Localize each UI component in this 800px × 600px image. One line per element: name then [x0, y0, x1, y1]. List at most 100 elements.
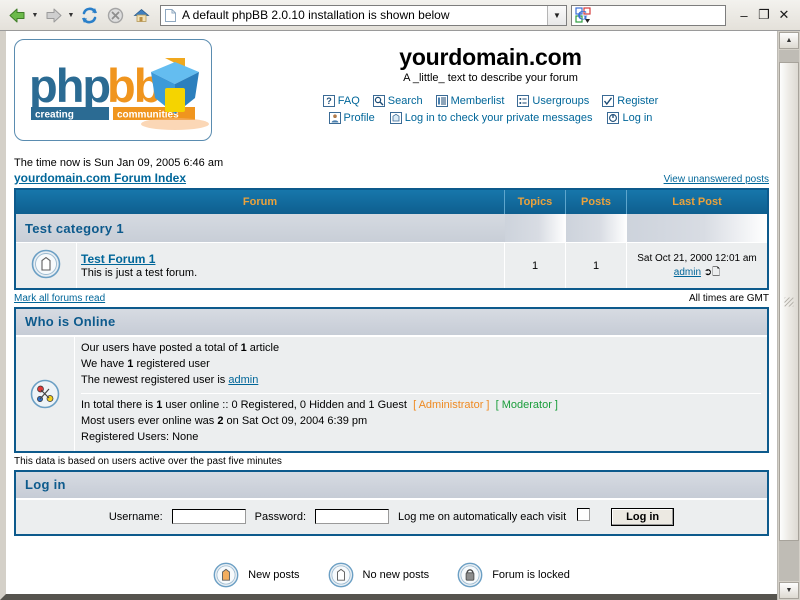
forum-topics-count: 1 — [504, 242, 566, 289]
nav-usergroups[interactable]: Usergroups — [517, 95, 590, 108]
login-form: Username: Password: Log me on automatica… — [16, 498, 767, 534]
category-row: Test category 1 — [15, 214, 768, 243]
who-is-online-icon — [30, 379, 60, 409]
registered-users-line: We have 1 registered user — [81, 357, 761, 373]
users-online-prefix: In total there is — [81, 398, 157, 411]
total-posts-suffix: article — [246, 342, 280, 354]
login-panel: Log in Username: Password: Log me on aut… — [14, 469, 769, 536]
table-header-row: Forum Topics Posts Last Post — [15, 189, 768, 214]
timezone-note: All times are GMT — [688, 293, 769, 304]
autologin-label: Log me on automatically each visit — [398, 510, 567, 523]
login-button[interactable]: Log in — [611, 507, 675, 526]
phpbb-page: php bb creating communities yourdomain.c… — [6, 31, 777, 594]
forum-header: php bb creating communities yourdomain.c… — [14, 37, 769, 141]
back-arrow-icon — [9, 8, 24, 22]
site-description: A _little_ text to describe your forum — [403, 72, 578, 85]
phpbb-logo-icon: php bb creating communities — [29, 58, 209, 130]
forum-title-link[interactable]: Test Forum 1 — [81, 252, 500, 266]
address-bar-dropdown[interactable] — [547, 5, 566, 25]
back-history-caret[interactable] — [30, 2, 40, 28]
total-posts-prefix: Our users have posted a total of — [81, 342, 241, 354]
legend-no-new-posts: No new posts — [328, 562, 429, 588]
autologin-checkbox[interactable] — [577, 507, 591, 521]
nav-usergroups-label: Usergroups — [532, 95, 590, 108]
phpbb-logo[interactable]: php bb creating communities — [14, 39, 212, 141]
profile-icon — [328, 112, 341, 125]
no-new-posts-icon — [31, 249, 61, 279]
browser-viewport: php bb creating communities yourdomain.c… — [0, 30, 800, 600]
restore-button[interactable]: ❐ — [754, 4, 774, 26]
category-spacer-posts — [565, 214, 627, 243]
forum-table: Forum Topics Posts Last Post Test catego… — [14, 188, 769, 290]
new-posts-icon — [213, 562, 239, 588]
nav-register[interactable]: Register — [602, 95, 658, 108]
svg-text:?: ? — [326, 96, 332, 106]
newest-user-prefix: The newest registered user is — [81, 373, 229, 386]
address-bar-text[interactable]: A default phpBB 2.0.10 installation is s… — [179, 8, 547, 22]
home-icon — [132, 8, 150, 22]
scroll-down-button[interactable]: ▼ — [779, 582, 799, 599]
nav-private-messages[interactable]: Log in to check your private messages — [389, 112, 592, 125]
reload-button[interactable] — [76, 2, 102, 28]
address-bar[interactable]: A default phpBB 2.0.10 installation is s… — [160, 4, 567, 26]
nav-search[interactable]: Search — [372, 95, 423, 108]
mark-all-forums-read-link[interactable]: Mark all forums read — [14, 293, 105, 304]
users-online-line: In total there is 1 user online :: 0 Reg… — [81, 398, 761, 414]
forum-posts-count: 1 — [565, 242, 627, 289]
home-button[interactable] — [128, 2, 154, 28]
nav-memberlist[interactable]: Memberlist — [435, 95, 504, 108]
goto-last-post-icon[interactable]: ➲🗋 — [704, 267, 720, 278]
nav-profile[interactable]: Profile — [328, 112, 375, 125]
total-posts-line: Our users have posted a total of 1 artic… — [81, 341, 761, 357]
vertical-scrollbar[interactable]: ▲ ▼ — [777, 31, 800, 600]
faq-icon: ? — [322, 95, 335, 108]
forum-title-block: yourdomain.com A _little_ text to descri… — [212, 39, 769, 125]
forum-locked-icon — [457, 562, 483, 588]
username-input[interactable] — [171, 509, 246, 525]
nav-faq[interactable]: ? FAQ — [322, 95, 360, 108]
category-name[interactable]: Test category 1 — [15, 214, 505, 243]
search-icon — [372, 95, 385, 108]
record-online-prefix: Most users ever online was — [81, 414, 218, 427]
nav-login[interactable]: Log in — [607, 112, 652, 125]
login-heading: Log in — [16, 471, 767, 499]
stop-icon — [107, 7, 123, 23]
password-input[interactable] — [315, 509, 389, 525]
record-online-line: Most users ever online was 2 on Sat Oct … — [81, 414, 761, 430]
scrollbar-thumb[interactable] — [779, 62, 799, 541]
who-is-online-body: Our users have posted a total of 1 artic… — [16, 336, 767, 451]
forward-button[interactable] — [40, 2, 66, 28]
search-bar[interactable]: G — [571, 4, 726, 26]
column-forum: Forum — [15, 189, 505, 214]
minimize-button[interactable]: – — [734, 4, 754, 26]
scrollbar-track[interactable] — [779, 50, 799, 581]
svg-text:bb: bb — [107, 59, 161, 112]
newest-user-line: The newest registered user is admin — [81, 373, 761, 389]
who-is-online-session: In total there is 1 user online :: 0 Reg… — [81, 392, 761, 446]
legend-new-posts-label: New posts — [248, 568, 300, 581]
password-label: Password: — [254, 510, 306, 523]
table-row: Test Forum 1 This is just a test forum. … — [15, 242, 768, 289]
users-online-breakdown: user online :: 0 Registered, 0 Hidden an… — [162, 398, 407, 411]
scrollbar-track-above[interactable] — [779, 50, 799, 62]
nav-profile-label: Profile — [343, 112, 375, 125]
forward-history-caret[interactable] — [66, 2, 76, 28]
back-button[interactable] — [4, 2, 30, 28]
breadcrumb[interactable]: yourdomain.com Forum Index — [14, 171, 186, 185]
last-post-author-link[interactable]: admin — [674, 267, 701, 278]
newest-user-link[interactable]: admin — [228, 374, 258, 386]
nav-row-primary: ? FAQ Search Memberlist Usergroups Regis… — [212, 95, 769, 108]
view-unanswered-posts-link[interactable]: View unanswered posts — [664, 174, 769, 185]
scroll-up-button[interactable]: ▲ — [779, 32, 799, 49]
nav-search-label: Search — [387, 95, 423, 108]
last-post-date: Sat Oct 21, 2000 12:01 am — [637, 253, 757, 264]
browser-window: A default phpBB 2.0.10 installation is s… — [0, 0, 800, 600]
close-button[interactable]: ✕ — [774, 4, 794, 26]
memberlist-icon — [435, 95, 448, 108]
registered-users-prefix: We have — [81, 357, 128, 370]
scrollbar-grip-icon — [784, 297, 794, 306]
stop-button[interactable] — [102, 2, 128, 28]
registered-users-list: Registered Users: None — [81, 430, 199, 443]
scrollbar-track-below[interactable] — [779, 541, 799, 581]
no-new-posts-icon — [328, 562, 353, 588]
